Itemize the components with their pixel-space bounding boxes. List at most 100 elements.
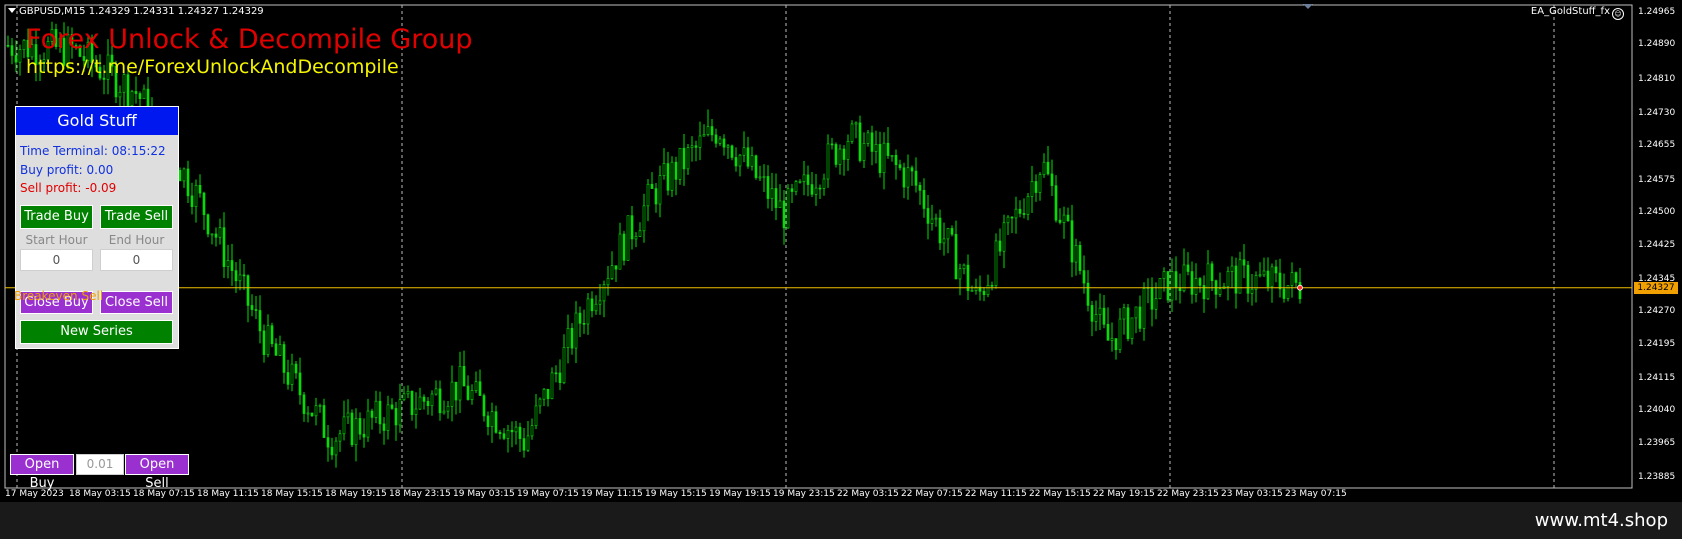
- candle-body: [866, 132, 870, 144]
- candle: [830, 137, 834, 150]
- candle: [902, 162, 906, 199]
- candle-body: [470, 390, 474, 400]
- candle: [854, 121, 858, 139]
- open-sell-button[interactable]: Open Sell: [125, 454, 189, 491]
- candle: [718, 136, 722, 146]
- candle-body: [486, 415, 490, 427]
- candle-body: [1294, 272, 1298, 283]
- candle-body: [654, 188, 658, 205]
- candle: [1086, 270, 1090, 312]
- candle: [870, 125, 874, 166]
- candle-body: [1110, 338, 1114, 341]
- candle-body: [1274, 266, 1278, 274]
- candle: [202, 191, 206, 230]
- candle: [962, 263, 966, 275]
- candle: [974, 278, 978, 295]
- price-tick: 1.23965: [1638, 437, 1676, 448]
- candle: [794, 179, 798, 196]
- panel-title: Gold Stuff: [16, 107, 178, 135]
- candle-body: [318, 405, 322, 407]
- candle-body: [458, 366, 462, 401]
- candle-body: [710, 126, 714, 136]
- candle: [1218, 272, 1222, 297]
- candle: [442, 400, 446, 415]
- candle-body: [686, 147, 690, 170]
- candle: [578, 306, 582, 337]
- candle-body: [990, 284, 994, 287]
- candle: [850, 120, 854, 144]
- candle: [906, 154, 910, 200]
- start-hour-input[interactable]: 0: [20, 249, 93, 271]
- candle-body: [1262, 270, 1266, 276]
- time-tick: 18 May 15:15: [261, 489, 323, 499]
- new-series-button[interactable]: New Series: [20, 320, 173, 344]
- candle: [214, 227, 218, 247]
- candle-body: [886, 142, 890, 156]
- candle: [1014, 196, 1018, 234]
- candle-body: [270, 325, 274, 345]
- time-tick: 19 May 07:15: [517, 489, 579, 499]
- candle-body: [950, 228, 954, 235]
- candle: [866, 129, 870, 147]
- candle: [462, 350, 466, 387]
- time-tick: 18 May 19:15: [325, 489, 387, 499]
- candle: [402, 386, 406, 402]
- candle-body: [354, 418, 358, 446]
- candle-body: [650, 183, 654, 189]
- trade-buy-button[interactable]: Trade Buy: [20, 205, 93, 229]
- footer-site[interactable]: www.mt4.shop: [1535, 510, 1668, 531]
- ea-label-text: EA_GoldStuff_fx: [1530, 6, 1610, 17]
- candle: [1198, 277, 1202, 293]
- candle: [502, 428, 506, 441]
- candle: [1134, 306, 1138, 334]
- candle-body: [806, 174, 810, 185]
- candle-body: [358, 418, 362, 435]
- candle-body: [842, 148, 846, 160]
- candle-body: [638, 230, 642, 237]
- candle: [970, 285, 974, 292]
- collapse-arrow-icon[interactable]: [8, 8, 16, 13]
- candle-body: [690, 145, 694, 148]
- candle: [210, 233, 214, 245]
- price-tick: 1.24425: [1638, 239, 1676, 250]
- candle: [246, 274, 250, 323]
- candle: [278, 335, 282, 356]
- candle-body: [942, 238, 946, 244]
- candle: [1126, 303, 1130, 342]
- price-tick: 1.24655: [1638, 140, 1676, 151]
- candle: [706, 109, 710, 137]
- candle: [1090, 300, 1094, 337]
- candle-body: [938, 217, 942, 244]
- candle-body: [614, 265, 618, 270]
- current-price-tag: 1.24327: [1634, 281, 1678, 294]
- candle-body: [1186, 264, 1190, 272]
- candle: [526, 420, 530, 453]
- candle-body: [622, 233, 626, 261]
- candle: [634, 232, 638, 248]
- open-buy-button[interactable]: Open Buy: [10, 454, 74, 491]
- candle-body: [1174, 271, 1178, 288]
- candle-body: [406, 390, 410, 395]
- candle: [894, 149, 898, 180]
- candle-body: [386, 404, 390, 431]
- candle-body: [338, 433, 342, 442]
- candle: [310, 412, 314, 417]
- lot-size-input[interactable]: 0.01: [76, 454, 124, 475]
- brand-link[interactable]: https://t.me/ForexUnlockAndDecompile: [26, 56, 399, 78]
- time-tick: 22 May 11:15: [965, 489, 1027, 499]
- candle-body: [742, 147, 746, 156]
- trade-sell-button[interactable]: Trade Sell: [100, 205, 173, 229]
- candle-body: [242, 274, 246, 277]
- candle-body: [1122, 307, 1126, 320]
- end-hour-input[interactable]: 0: [100, 249, 173, 271]
- candle: [842, 145, 846, 176]
- close-sell-button[interactable]: Close Sell: [100, 291, 173, 314]
- candle-body: [854, 122, 858, 125]
- candle-body: [1126, 307, 1130, 339]
- candle-body: [838, 148, 842, 165]
- chart-area[interactable]: GBPUSD,M15 1.24329 1.24331 1.24327 1.243…: [0, 0, 1682, 502]
- candle-body: [758, 176, 762, 179]
- candle: [302, 392, 306, 422]
- candle: [498, 429, 502, 440]
- candle-body: [1138, 306, 1142, 329]
